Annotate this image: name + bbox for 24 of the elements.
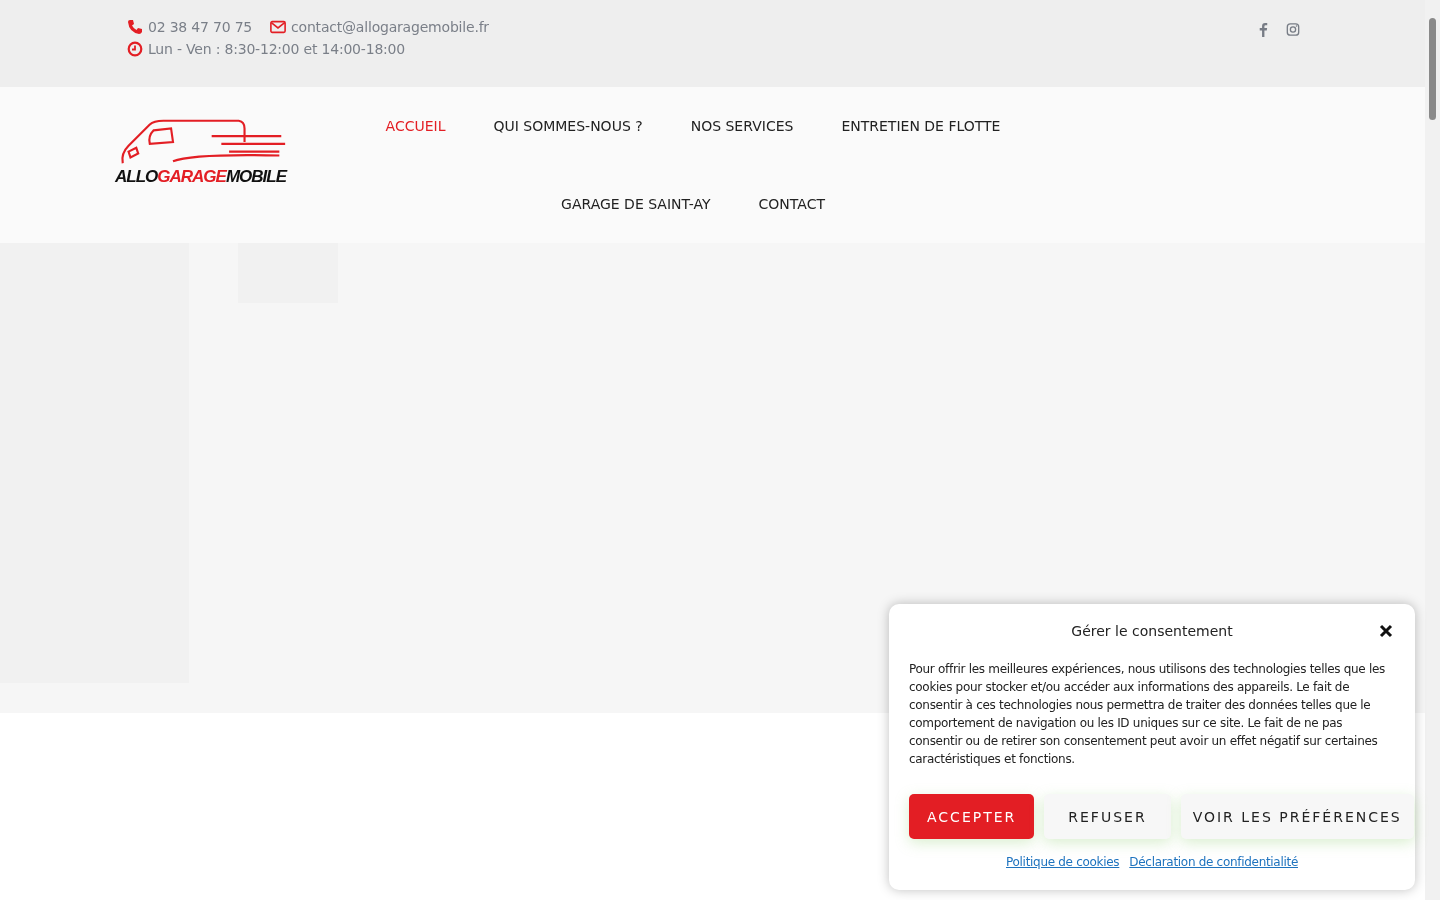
nav-link[interactable]: ACCUEIL [385,118,446,134]
nav-link[interactable]: QUI SOMMES-NOUS ? [493,118,643,134]
accept-button[interactable]: ACCEPTER [909,794,1035,839]
phone-number[interactable]: 02 38 47 70 75 [148,19,253,35]
nav-link[interactable]: GARAGE DE SAINT-AY [561,196,711,212]
email-link[interactable]: contact@allogaragemobile.fr [291,19,489,35]
opening-hours: Lun - Ven : 8:30-12:00 et 14:00-18:00 [148,41,406,57]
scrollbar[interactable] [1425,0,1440,900]
refuse-button[interactable]: REFUSER [1044,794,1171,839]
instagram-icon[interactable] [1286,22,1300,37]
nav-link[interactable]: NOS SERVICES [690,118,794,134]
consent-text: Pour offrir les meilleures expériences, nous utilisons des technologies telles que les cookies pour stocker et/ou accéder aux informations des appareils. Le fait de consentir à ces technologies nous permettra de traiter des données telles que le comportement de navigation ou les ID uniques sur ce site. Le fait de ne pas consentir ou de retirer son consentement peut avoir un effet négatif sur certaines caractéristiques et fonctions. [909,661,1387,768]
logo-wordmark: ALLOGARAGEMOBILE [115,167,286,187]
phone-icon [127,19,143,35]
policy-link[interactable]: Déclaration de confidentialité [1129,855,1298,869]
policy-link[interactable]: Politique de cookies [1006,855,1120,869]
dialog-title: Gérer le consentement [1071,623,1233,639]
logo[interactable]: ALLOGARAGEMOBILE [115,115,293,199]
nav-link[interactable]: ENTRETIEN DE FLOTTE [841,118,1001,134]
nav-link[interactable]: CONTACT [758,196,825,212]
close-icon[interactable] [1379,624,1393,638]
clock-icon [127,41,143,57]
preferences-button[interactable]: VOIR LES PRÉFÉRENCES [1180,794,1414,839]
envelope-icon [270,19,287,35]
